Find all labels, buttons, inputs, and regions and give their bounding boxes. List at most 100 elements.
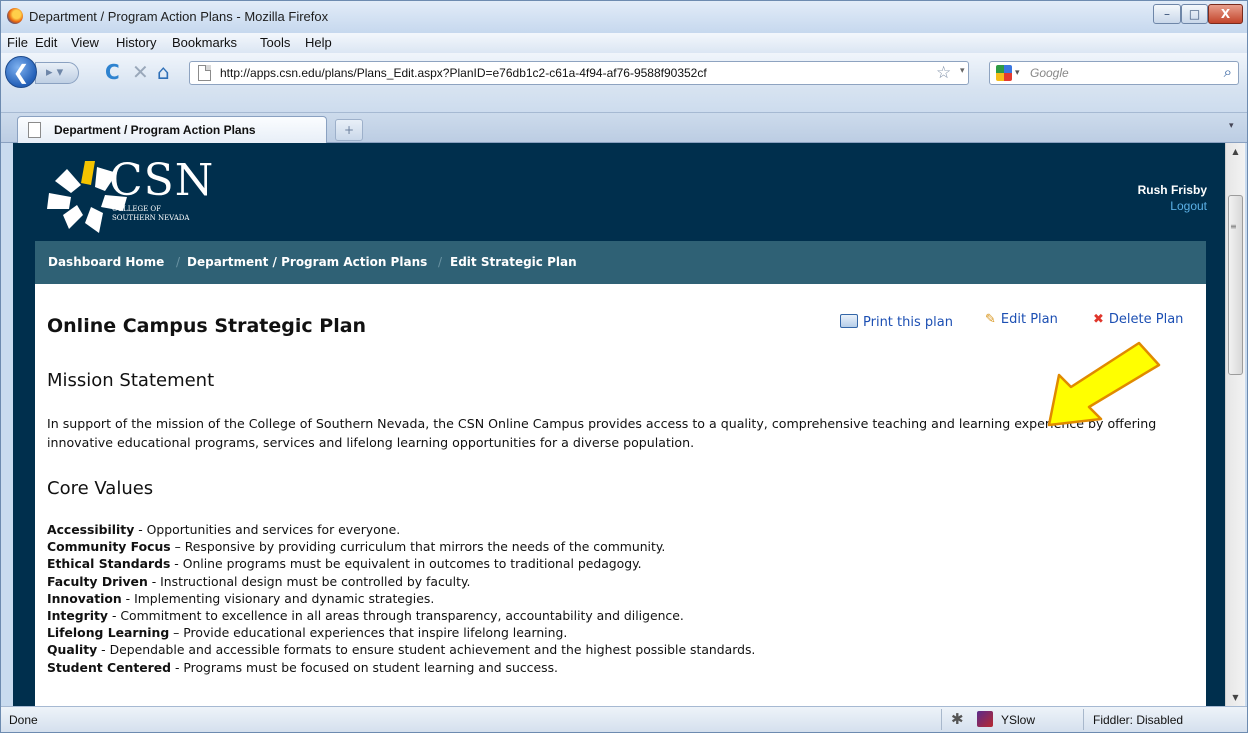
csn-logo-text: CSN bbox=[109, 155, 215, 206]
minimize-button[interactable]: – bbox=[1153, 4, 1181, 24]
pencil-icon: ✎ bbox=[985, 312, 996, 327]
tab-list-icon[interactable]: ▾ bbox=[1229, 121, 1234, 131]
bookmark-star-icon[interactable]: ☆ bbox=[936, 63, 951, 83]
menu-view[interactable]: View bbox=[71, 35, 99, 50]
logo-sub-line1: College of bbox=[112, 205, 162, 213]
window-title: Department / Program Action Plans - Mozi… bbox=[29, 9, 329, 24]
address-bar[interactable]: http://apps.csn.edu/plans/Plans_Edit.asp… bbox=[189, 61, 969, 85]
list-item: Innovation - Implementing visionary and … bbox=[47, 590, 1197, 607]
vertical-scrollbar[interactable]: ▲ ≡ ▼ bbox=[1225, 143, 1245, 706]
value-desc: - Online programs must be equivalent in … bbox=[170, 556, 642, 572]
browser-window: Department / Program Action Plans - Mozi… bbox=[0, 0, 1248, 733]
breadcrumb-dashboard-home[interactable]: Dashboard Home bbox=[48, 255, 164, 269]
mission-heading: Mission Statement bbox=[47, 370, 215, 391]
breadcrumb-action-plans[interactable]: Department / Program Action Plans bbox=[187, 255, 427, 269]
delete-plan-link[interactable]: ✖ Delete Plan bbox=[1093, 312, 1183, 327]
close-button[interactable]: X bbox=[1208, 4, 1243, 24]
list-item: Ethical Standards - Online programs must… bbox=[47, 555, 1197, 572]
scroll-up-icon[interactable]: ▲ bbox=[1226, 143, 1245, 160]
page-icon bbox=[198, 65, 211, 81]
list-item: Faculty Driven - Instructional design mu… bbox=[47, 573, 1197, 590]
new-tab-button[interactable]: + bbox=[335, 119, 363, 141]
value-name: Integrity bbox=[47, 608, 108, 624]
tab-strip: Department / Program Action Plans + ▾ bbox=[1, 113, 1247, 144]
google-engine-icon[interactable] bbox=[996, 65, 1012, 81]
list-item: Integrity - Commitment to excellence in … bbox=[47, 607, 1197, 624]
yslow-label[interactable]: YSlow bbox=[1001, 713, 1035, 727]
value-desc: - Dependable and accessible formats to e… bbox=[97, 642, 756, 658]
status-text: Done bbox=[9, 713, 38, 727]
value-name: Student Centered bbox=[47, 659, 172, 675]
title-bar: Department / Program Action Plans - Mozi… bbox=[1, 1, 1247, 33]
value-desc: – Responsive by providing curriculum tha… bbox=[170, 539, 666, 555]
scrollbar-grip-icon: ≡ bbox=[1230, 222, 1237, 231]
fiddler-status[interactable]: Fiddler: Disabled bbox=[1093, 713, 1183, 727]
page-viewport: CSN College of Southern Nevada Rush Fris… bbox=[13, 143, 1225, 706]
value-desc: - Commitment to excellence in all areas … bbox=[108, 608, 684, 624]
printer-icon bbox=[840, 314, 858, 328]
forward-button[interactable]: ▸ ▾ bbox=[35, 62, 79, 84]
value-name: Accessibility bbox=[47, 522, 135, 537]
engine-dropdown-icon[interactable]: ▾ bbox=[1015, 68, 1020, 78]
tab-department-plans[interactable]: Department / Program Action Plans bbox=[17, 116, 327, 144]
menu-tools[interactable]: Tools bbox=[260, 35, 290, 50]
maximize-button[interactable]: □ bbox=[1181, 4, 1208, 24]
search-magnifier-icon[interactable]: ⌕ bbox=[1224, 63, 1232, 81]
core-values-heading: Core Values bbox=[47, 478, 154, 499]
delete-plan-label: Delete Plan bbox=[1108, 312, 1184, 327]
edit-plan-label: Edit Plan bbox=[1000, 312, 1058, 327]
logout-link[interactable]: Logout bbox=[1170, 199, 1207, 213]
search-input[interactable]: Google bbox=[1030, 66, 1069, 80]
back-button[interactable]: ❮ bbox=[5, 56, 37, 88]
menu-bar: File Edit View History Bookmarks Tools H… bbox=[1, 33, 1247, 53]
value-name: Community Focus bbox=[47, 539, 171, 555]
annotation-arrow-icon bbox=[1047, 341, 1161, 427]
value-name: Ethical Standards bbox=[47, 556, 171, 572]
page-icon bbox=[28, 122, 41, 138]
menu-history[interactable]: History bbox=[116, 35, 156, 50]
tab-label: Department / Program Action Plans bbox=[54, 123, 256, 137]
value-name: Lifelong Learning bbox=[47, 625, 170, 641]
value-desc: - Opportunities and services for everyon… bbox=[134, 522, 401, 537]
value-desc: – Provide educational experiences that i… bbox=[169, 625, 568, 641]
status-bar: Done ✱ YSlow Fiddler: Disabled bbox=[1, 706, 1247, 732]
value-name: Quality bbox=[47, 642, 98, 658]
print-plan-link[interactable]: Print this plan bbox=[840, 312, 953, 330]
list-item: Community Focus – Responsive by providin… bbox=[47, 538, 1197, 555]
firebug-icon[interactable]: ✱ bbox=[951, 710, 964, 728]
breadcrumb-separator: / bbox=[438, 255, 443, 269]
navigation-toolbar: ▸ ▾ ❮ C ✕ ⌂ http://apps.csn.edu/plans/Pl… bbox=[1, 53, 1247, 113]
status-divider bbox=[941, 709, 942, 730]
value-name: Innovation bbox=[47, 590, 122, 606]
home-icon[interactable]: ⌂ bbox=[157, 61, 170, 83]
breadcrumb-edit-plan: Edit Strategic Plan bbox=[450, 255, 577, 269]
value-desc: - Instructional design must be controlle… bbox=[147, 573, 471, 589]
page-title: Online Campus Strategic Plan bbox=[47, 315, 367, 337]
print-plan-label: Print this plan bbox=[863, 315, 953, 330]
list-item: Accessibility - Opportunities and servic… bbox=[47, 521, 1197, 538]
yslow-icon[interactable] bbox=[977, 711, 993, 727]
menu-edit[interactable]: Edit bbox=[35, 35, 57, 50]
csn-logo-subtitle: College of Southern Nevada bbox=[112, 205, 189, 223]
url-history-dropdown-icon[interactable]: ▾ bbox=[960, 66, 965, 76]
url-text[interactable]: http://apps.csn.edu/plans/Plans_Edit.asp… bbox=[220, 66, 707, 80]
firefox-logo-icon bbox=[7, 8, 23, 24]
user-name: Rush Frisby bbox=[1137, 183, 1207, 197]
edit-plan-link[interactable]: ✎ Edit Plan bbox=[985, 312, 1058, 327]
value-desc: - Implementing visionary and dynamic str… bbox=[121, 590, 435, 606]
menu-file[interactable]: File bbox=[7, 35, 28, 50]
menu-bookmarks[interactable]: Bookmarks bbox=[172, 35, 237, 50]
breadcrumb: Dashboard Home / Department / Program Ac… bbox=[35, 241, 1206, 284]
stop-icon[interactable]: ✕ bbox=[132, 61, 149, 83]
search-bar[interactable]: ▾ Google ⌕ bbox=[989, 61, 1239, 85]
scroll-down-icon[interactable]: ▼ bbox=[1226, 689, 1245, 706]
delete-x-icon: ✖ bbox=[1093, 312, 1104, 327]
list-item: Student Centered - Programs must be focu… bbox=[47, 659, 1197, 676]
value-desc: - Programs must be focused on student le… bbox=[171, 659, 558, 675]
value-name: Faculty Driven bbox=[47, 573, 148, 589]
status-divider bbox=[1083, 709, 1084, 730]
reload-icon[interactable]: C bbox=[105, 61, 120, 83]
core-values-list: Accessibility - Opportunities and servic… bbox=[47, 521, 1197, 676]
breadcrumb-separator: / bbox=[176, 255, 181, 269]
menu-help[interactable]: Help bbox=[305, 35, 332, 50]
